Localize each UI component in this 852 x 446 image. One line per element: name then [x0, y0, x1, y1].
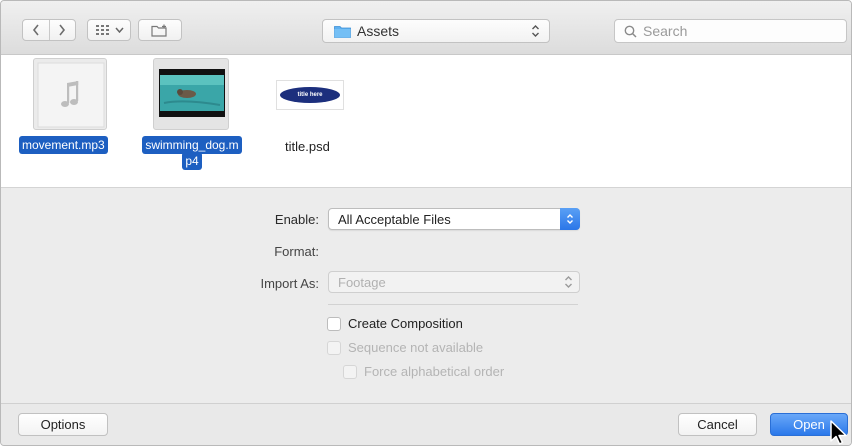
cancel-button[interactable]: Cancel: [678, 413, 757, 436]
options-button[interactable]: Options: [18, 413, 108, 436]
open-button-label: Open: [793, 417, 825, 432]
location-popup[interactable]: Assets: [322, 19, 550, 43]
back-forward-group: [22, 19, 76, 41]
sequence-checkbox[interactable]: Sequence not available: [327, 340, 483, 355]
chevron-left-icon: [32, 24, 39, 36]
chevron-down-icon: [114, 27, 124, 33]
force-alphabetical-checkbox[interactable]: Force alphabetical order: [343, 364, 504, 379]
new-folder-button[interactable]: [138, 19, 182, 41]
cancel-button-label: Cancel: [697, 417, 738, 432]
sequence-label: Sequence not available: [348, 340, 484, 355]
file-list: movement.mp3 swimming_dog.m p4 title her…: [1, 55, 851, 188]
file-name-swimming-dog-line2: p4: [182, 152, 202, 170]
import-as-value: Footage: [338, 274, 386, 290]
music-note-icon: [37, 62, 105, 128]
dialog-footer: Options Cancel Open: [1, 403, 851, 445]
audio-file-thumbnail: [33, 58, 107, 130]
open-file-dialog: Assets Search movement.mp3 swimming_dog.…: [0, 0, 852, 446]
force-alphabetical-label: Force alphabetical order: [364, 364, 505, 379]
location-label: Assets: [357, 23, 400, 39]
options-button-label: Options: [40, 417, 86, 432]
checkbox-box: [343, 364, 357, 379]
file-name-title-psd: title.psd: [285, 139, 330, 154]
file-name-movement: movement.mp3: [19, 136, 108, 154]
enable-popup-stepper: [560, 208, 580, 230]
new-folder-icon: [151, 24, 167, 37]
view-options-button[interactable]: [87, 19, 131, 41]
back-button[interactable]: [23, 20, 49, 40]
psd-thumbnail-text: title here: [297, 92, 323, 98]
enable-label: Enable:: [274, 212, 319, 227]
mouse-cursor-icon: [830, 420, 847, 445]
import-as-label: Import As:: [260, 276, 319, 291]
search-placeholder: Search: [643, 23, 688, 39]
import-as-popup[interactable]: Footage: [328, 271, 580, 293]
search-field[interactable]: Search: [614, 19, 847, 43]
checkbox-box: [327, 340, 341, 355]
chevron-right-icon: [59, 24, 66, 36]
psd-file-thumbnail: title here: [276, 80, 344, 110]
updown-chevron-icon: [565, 276, 572, 288]
enable-popup[interactable]: All Acceptable Files: [328, 208, 580, 230]
updown-chevron-icon: [532, 25, 539, 37]
checkbox-box: [327, 316, 341, 331]
enable-value: All Acceptable Files: [338, 211, 451, 227]
grid-view-icon: [95, 25, 109, 35]
psd-thumbnail-oval: title here: [280, 87, 340, 103]
video-file-thumbnail: [153, 58, 229, 130]
options-separator: [328, 304, 578, 305]
video-thumbnail-icon: [159, 69, 225, 117]
create-composition-label: Create Composition: [348, 316, 463, 331]
search-icon: [624, 25, 637, 38]
create-composition-checkbox[interactable]: Create Composition: [327, 316, 463, 331]
toolbar: Assets Search: [1, 1, 851, 55]
folder-icon: [334, 25, 351, 38]
format-label: Format:: [274, 244, 319, 259]
updown-chevron-icon: [567, 214, 573, 224]
forward-button[interactable]: [48, 20, 76, 40]
